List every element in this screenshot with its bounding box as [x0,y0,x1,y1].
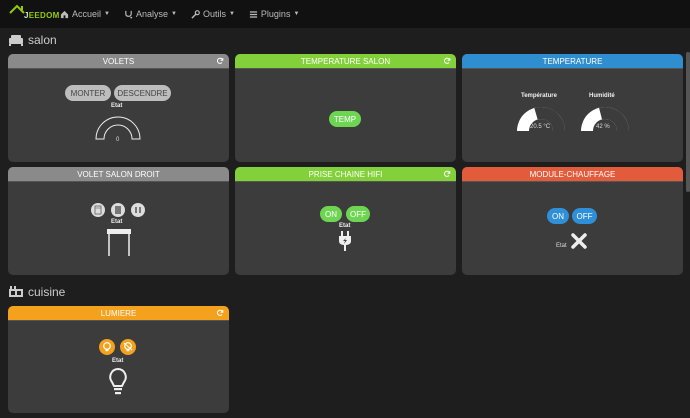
menu-outils-label: Outils [202,9,226,19]
shutter-open-icon [94,205,102,215]
prise-on-button[interactable]: ON [320,206,342,222]
widget-chauffage-title: MODULE-CHAUFFAGE [529,169,616,179]
widget-prise-header: PRISE CHAINE HIFI [235,167,456,181]
scroll-edge[interactable] [686,52,690,192]
lumiere-off-button[interactable] [120,339,136,355]
jeedom-logo[interactable]: JEEDOM [8,4,59,24]
volet-up-button[interactable] [91,203,105,217]
section-cuisine-label: cuisine [28,285,66,299]
volet-down-button[interactable] [111,203,125,217]
chevron-down-icon: ▼ [228,11,235,17]
widget-volet-salon-droit-body: Etat [8,181,229,275]
chevron-down-icon: ▼ [104,11,110,17]
lightbulb-icon [109,367,127,395]
temperature-label: Température [521,93,557,99]
humidity-label: Humidité [589,93,615,99]
menu-plugins[interactable]: Plugins ▼ [249,9,299,19]
widget-module-chauffage: MODULE-CHAUFFAGE ON OFF Etat [462,167,683,275]
widget-prise-body: ON OFF Etat [235,181,456,275]
monter-button[interactable]: MONTER [65,85,111,101]
wrench-icon [191,9,200,19]
menu-plugins-label: Plugins [260,9,291,19]
section-cuisine-title: cuisine [8,285,65,299]
widget-volets-header: VOLETS [8,54,229,68]
top-navbar: JEEDOM Accueil ▼ Analyse ▼ Outils ▼ Plugins… [0,0,690,28]
refresh-icon[interactable] [216,309,224,317]
widget-volet-salon-droit-title: VOLET SALON DROIT [77,169,160,179]
refresh-icon[interactable] [216,57,224,65]
shutter-window-icon [107,229,131,256]
etat-label: Etat [111,219,123,225]
close-x-icon [571,233,587,249]
home-icon [60,10,69,18]
widget-temperature-salon-body: TEMP [235,68,456,162]
kitchen-icon [9,286,23,297]
section-salon-label: salon [28,33,57,47]
menu-analyse-label: Analyse [135,9,168,19]
widget-temperature-salon-header: TEMPERATURE SALON [235,54,456,68]
temperature-value: 20.5 °C [530,124,551,130]
menu-outils[interactable]: Outils ▼ [191,9,235,19]
widget-volets: VOLETS MONTER DESCENDRE Etat 0 [8,54,229,162]
menu-accueil-label: Accueil [72,9,102,19]
etat-label: Etat [339,223,351,229]
widget-lumiere: LUMIERE Etat [8,306,229,413]
stethoscope-icon [125,10,133,19]
chevron-down-icon: ▼ [171,11,177,17]
plug-icon [339,231,351,251]
pause-icon [135,207,141,213]
widget-temperature-salon-title: TEMPERATURE SALON [300,56,391,66]
refresh-icon[interactable] [443,170,451,178]
bulb-on-icon [103,342,111,352]
list-icon [249,10,258,18]
gauge-value: 0 [116,137,120,143]
etat-label: Etat [112,358,124,364]
humidity-value: 42 % [596,124,610,130]
refresh-icon[interactable] [443,57,451,65]
menu-analyse[interactable]: Analyse ▼ [124,9,177,19]
widget-volets-title: VOLETS [102,56,135,66]
widget-temperature-title: TEMPERATURE [542,56,603,66]
sofa-icon [9,35,23,46]
widget-temperature: TEMPERATURE Température 20.5 °C Humidité… [462,54,683,162]
widget-prise-title: PRISE CHAINE HIFI [308,169,383,179]
widget-lumiere-body: Etat [8,320,229,413]
chauffage-on-button[interactable]: ON [547,208,569,224]
chauffage-off-button[interactable]: OFF [572,208,597,224]
shutter-closed-icon [115,206,121,214]
widget-temperature-salon: TEMPERATURE SALON TEMP [235,54,456,162]
widget-chauffage-body: ON OFF Etat [462,181,683,275]
descendre-button[interactable]: DESCENDRE [114,85,171,101]
widget-temperature-body: Température 20.5 °C Humidité 42 % [462,68,683,162]
widget-prise-chaine-hifi: PRISE CHAINE HIFI ON OFF Etat [235,167,456,275]
bulb-off-icon [123,342,133,352]
widget-lumiere-header: LUMIERE [8,306,229,320]
widget-chauffage-header: MODULE-CHAUFFAGE [462,167,683,181]
chevron-down-icon: ▼ [293,11,300,17]
widget-volets-body: MONTER DESCENDRE Etat 0 [8,68,229,162]
section-salon-title: salon [8,33,57,47]
widget-volet-salon-droit: VOLET SALON DROIT Etat [8,167,229,275]
temp-button[interactable]: TEMP [329,111,361,127]
widget-temperature-header: TEMPERATURE [462,54,683,68]
lumiere-on-button[interactable] [99,339,115,355]
volet-stop-button[interactable] [131,203,145,217]
etat-label: Etat [556,243,567,249]
etat-label: Etat [111,103,123,109]
widget-lumiere-title: LUMIERE [100,308,137,318]
main-menu: Accueil ▼ Analyse ▼ Outils ▼ Plugins ▼ [60,0,313,28]
widget-volet-salon-droit-header: VOLET SALON DROIT [8,167,229,181]
prise-off-button[interactable]: OFF [346,206,370,222]
menu-accueil[interactable]: Accueil ▼ [60,9,110,19]
brand-text: JEEDOM [24,11,60,20]
